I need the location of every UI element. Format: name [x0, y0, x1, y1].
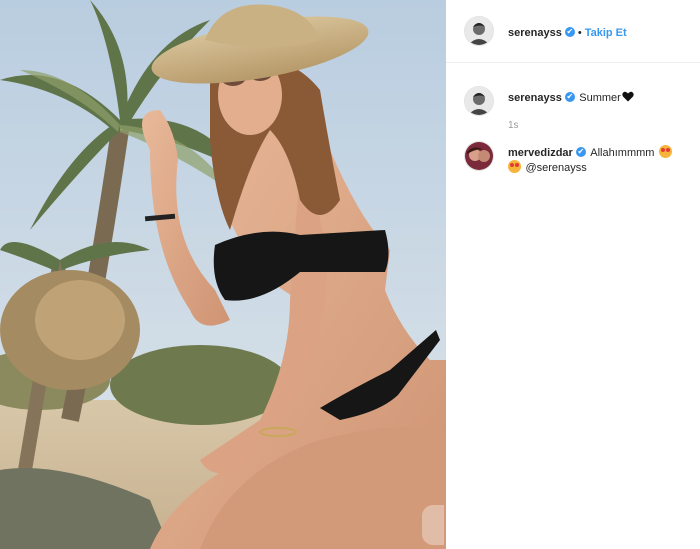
watermark-logo — [422, 505, 444, 545]
avatar-portrait-icon — [465, 17, 493, 45]
caption-avatar[interactable] — [464, 86, 494, 116]
verified-badge-icon: ✔ — [575, 146, 586, 157]
caption-username[interactable]: serenayss — [508, 92, 562, 104]
avatar-portrait-icon — [465, 142, 493, 170]
comment-text: Allahımmmm — [590, 147, 655, 159]
heart-eyes-icon — [658, 145, 672, 159]
caption-text: Summer — [579, 92, 621, 104]
comment-line-2: @serenayss — [508, 158, 587, 176]
commenter-avatar[interactable] — [464, 141, 494, 171]
author-username[interactable]: serenayss — [508, 27, 562, 39]
photo-illustration — [0, 0, 446, 549]
black-heart-icon — [622, 91, 634, 102]
header-line: serenayss ✔ • Takip Et — [508, 23, 627, 41]
post-timestamp: 1s — [508, 120, 519, 131]
verified-badge-icon: ✔ — [564, 26, 575, 37]
post-header: serenayss ✔ • Takip Et — [446, 0, 700, 63]
author-avatar[interactable] — [464, 16, 494, 46]
comment-mention[interactable]: @serenayss — [525, 162, 586, 174]
separator-dot: • — [577, 27, 582, 39]
follow-button[interactable]: Takip Et — [585, 27, 627, 39]
post-sidebar: serenayss ✔ • Takip Et serenayss ✔ Summer 1s… — [446, 0, 700, 549]
verified-badge-icon: ✔ — [564, 91, 575, 102]
avatar-portrait-icon — [465, 87, 493, 115]
caption-line: serenayss ✔ Summer — [508, 88, 634, 106]
post-photo[interactable] — [0, 0, 446, 549]
heart-eyes-icon — [508, 160, 521, 174]
